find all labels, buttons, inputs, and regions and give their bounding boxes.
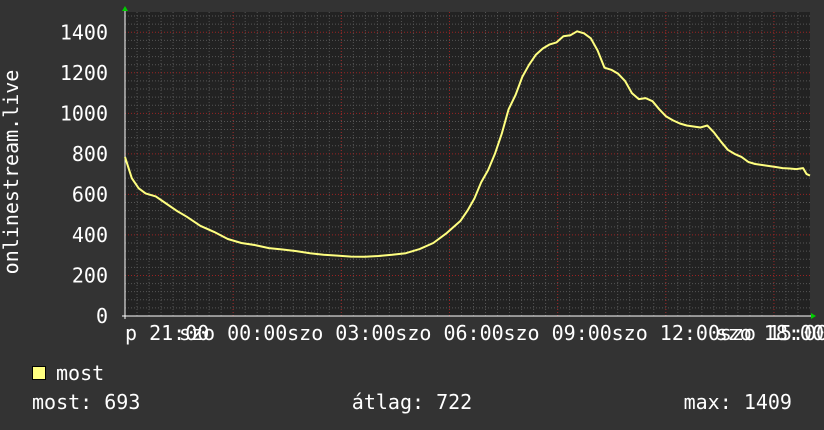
legend-label-most: most xyxy=(56,361,105,385)
y-tick-label: 200 xyxy=(72,263,108,287)
stat-current-value: 693 xyxy=(104,390,141,414)
x-tick-label: szo 00:00 xyxy=(179,321,287,345)
stat-average: átlag: 722 xyxy=(352,390,472,414)
y-tick-label: 1400 xyxy=(60,20,108,44)
stat-current-label: most: xyxy=(32,390,93,414)
x-tick-label: szo 09:00 xyxy=(503,321,611,345)
y-tick-label: 400 xyxy=(72,223,108,247)
x-tick-label: szo 06:00 xyxy=(395,321,503,345)
y-tick-label: 0 xyxy=(96,304,108,328)
x-axis-arrow xyxy=(811,313,816,319)
y-tick-label: 600 xyxy=(72,182,108,206)
stat-current: most: 693 xyxy=(32,390,140,414)
y-axis-title: onlinestream.live xyxy=(0,70,23,275)
legend: most xyxy=(32,361,104,385)
y-tick-label: 1000 xyxy=(60,101,108,125)
y-tick-label: 800 xyxy=(72,142,108,166)
plot-area xyxy=(125,12,810,316)
stat-average-label: átlag: xyxy=(351,390,425,414)
legend-swatch-most xyxy=(32,366,46,380)
y-tick-label: 1200 xyxy=(60,61,108,85)
stat-max-label: max: xyxy=(683,390,732,414)
x-tick-label: szo 03:00 xyxy=(287,321,395,345)
x-tick-label: szo 12:00 xyxy=(612,321,720,345)
line-chart: 0200400600800100012001400p 21:00szo 00:0… xyxy=(0,6,824,345)
x-tick-label: szo 18:00 xyxy=(716,321,824,345)
chart-root: 0 200 400 600 800 1000 1200 1400 p 21:00 szo 00:0… xyxy=(0,0,824,430)
stat-max: max: 1409 xyxy=(684,390,792,414)
stat-max-value: 1409 xyxy=(743,390,792,414)
y-axis-arrow xyxy=(122,6,128,11)
stat-average-value: 722 xyxy=(436,390,473,414)
stats-row: most: 693 átlag: 722 max: 1409 xyxy=(32,390,792,414)
